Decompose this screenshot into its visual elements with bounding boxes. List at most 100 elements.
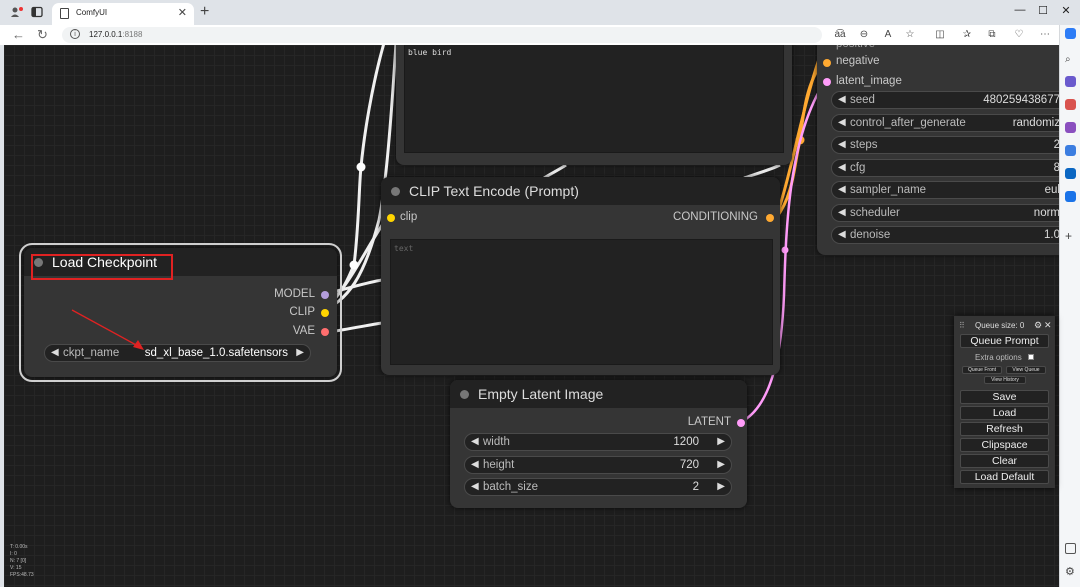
queue-prompt-button[interactable]: Queue Prompt bbox=[960, 334, 1049, 348]
combo-left-arrow-icon[interactable]: ◀ bbox=[51, 347, 59, 358]
widget-label: scheduler bbox=[850, 207, 900, 219]
control-after-generate-widget[interactable]: ◀ control_after_generate randomiz bbox=[831, 114, 1059, 132]
model-output-slot[interactable] bbox=[321, 291, 329, 299]
site-info-icon[interactable]: i bbox=[70, 29, 80, 39]
reload-icon[interactable]: ↻ bbox=[37, 27, 48, 43]
widget-label: control_after_generate bbox=[850, 117, 966, 129]
shopping-icon[interactable] bbox=[1065, 76, 1076, 87]
copilot-icon[interactable] bbox=[1065, 28, 1076, 39]
seed-widget[interactable]: ◀ seed 48025943867​7 bbox=[831, 91, 1059, 109]
tab-actions-icon[interactable] bbox=[30, 6, 44, 18]
extra-options-checkbox[interactable] bbox=[1028, 354, 1034, 360]
increment-arrow-icon[interactable]: ▶ bbox=[717, 436, 725, 447]
clip-text-encode-node[interactable]: CLIP Text Encode (Prompt) clip CONDITION… bbox=[381, 177, 780, 375]
favorite-star-icon[interactable]: ☆ bbox=[903, 29, 917, 40]
decrement-arrow-icon[interactable]: ◀ bbox=[838, 184, 846, 195]
comfyui-canvas[interactable]: blue bird CLIP Text Encode (Prompt) clip… bbox=[4, 45, 1059, 587]
node-title: CLIP Text Encode (Prompt) bbox=[409, 183, 579, 199]
node-title: Empty Latent Image bbox=[478, 386, 604, 402]
decrement-arrow-icon[interactable]: ◀ bbox=[838, 139, 846, 150]
node-title-bar[interactable]: CLIP Text Encode (Prompt) bbox=[381, 177, 780, 205]
steps-widget[interactable]: ◀ steps 2 bbox=[831, 136, 1059, 154]
decrement-arrow-icon[interactable]: ◀ bbox=[471, 481, 479, 492]
load-default-button[interactable]: Load Default bbox=[960, 470, 1049, 484]
tools-icon[interactable] bbox=[1065, 99, 1076, 110]
back-icon[interactable]: ← bbox=[12, 27, 25, 42]
width-widget[interactable]: ◀ width 1200 ▶ bbox=[464, 433, 732, 451]
sidebar-settings-icon[interactable]: ⚙ bbox=[1065, 567, 1076, 578]
node-title-bar[interactable]: Empty Latent Image bbox=[450, 380, 747, 408]
font-icon[interactable]: A bbox=[881, 29, 895, 40]
favorites-icon[interactable]: ✰ bbox=[960, 29, 974, 40]
clip-input-slot[interactable] bbox=[387, 214, 395, 222]
decrement-arrow-icon[interactable]: ◀ bbox=[471, 436, 479, 447]
drag-handle-icon[interactable]: ⠿ bbox=[959, 321, 965, 330]
decrement-arrow-icon[interactable]: ◀ bbox=[838, 207, 846, 218]
tab-title: ComfyUI bbox=[76, 8, 108, 17]
model-output-label: MODEL bbox=[274, 288, 315, 300]
denoise-widget[interactable]: ◀ denoise 1.0 bbox=[831, 226, 1059, 244]
close-panel-icon[interactable]: ✕ bbox=[1044, 320, 1052, 331]
clip-output-slot[interactable] bbox=[321, 309, 329, 317]
add-sidebar-app-icon[interactable]: + bbox=[1065, 230, 1076, 242]
decrement-arrow-icon[interactable]: ◀ bbox=[838, 117, 846, 128]
batch-size-widget[interactable]: ◀ batch_size 2 ▶ bbox=[464, 478, 732, 496]
search-icon[interactable]: ⌕ bbox=[1065, 54, 1076, 65]
url-field[interactable]: i 127.0.0.1:8188 bbox=[62, 27, 822, 43]
title-highlight-box bbox=[31, 254, 173, 280]
increment-arrow-icon[interactable]: ▶ bbox=[717, 459, 725, 470]
cfg-widget[interactable]: ◀ cfg 8 bbox=[831, 159, 1059, 177]
new-tab-icon[interactable]: + bbox=[200, 3, 209, 21]
combo-right-arrow-icon[interactable]: ▶ bbox=[296, 347, 304, 358]
more-menu-icon[interactable]: ⋯ bbox=[1038, 29, 1052, 40]
outlook-icon[interactable] bbox=[1065, 168, 1076, 179]
zoom-icon[interactable]: ⊖ bbox=[857, 29, 871, 40]
split-screen-icon[interactable]: ◫ bbox=[933, 29, 947, 40]
queue-size-label: Queue size: 0 bbox=[975, 321, 1025, 330]
clipspace-button[interactable]: Clipspace bbox=[960, 438, 1049, 452]
decrement-arrow-icon[interactable]: ◀ bbox=[471, 459, 479, 470]
decrement-arrow-icon[interactable]: ◀ bbox=[838, 94, 846, 105]
render-stats: T: 0.00s I: 0 N: 7 [0] V: 15 FPS:48.73 bbox=[10, 544, 34, 578]
widget-value: 2 bbox=[1053, 139, 1059, 151]
positive-prompt-textarea[interactable]: blue bird bbox=[404, 45, 784, 153]
tab-comfyui[interactable]: ComfyUI ✕ bbox=[52, 3, 194, 25]
telegram-icon[interactable] bbox=[1065, 191, 1076, 202]
prompt-textarea[interactable]: text bbox=[390, 239, 773, 365]
view-history-button[interactable]: View History bbox=[984, 376, 1026, 384]
collections-icon[interactable]: ⧉ bbox=[985, 29, 999, 40]
conditioning-output-slot[interactable] bbox=[766, 214, 774, 222]
settings-gear-icon[interactable]: ⚙ bbox=[1034, 320, 1042, 331]
sampler-name-widget[interactable]: ◀ sampler_name eul bbox=[831, 181, 1059, 199]
collapse-dot[interactable] bbox=[391, 187, 400, 196]
load-button[interactable]: Load bbox=[960, 406, 1049, 420]
empty-latent-image-node[interactable]: Empty Latent Image LATENT ◀ width 1200 ▶… bbox=[450, 380, 747, 508]
office-icon[interactable] bbox=[1065, 145, 1076, 156]
browser-essentials-icon[interactable]: ♡ bbox=[1012, 29, 1026, 40]
minimize-icon[interactable]: — bbox=[1010, 4, 1030, 16]
profile-icon[interactable] bbox=[10, 6, 24, 18]
tab-close-icon[interactable]: ✕ bbox=[178, 6, 187, 19]
negative-input-slot[interactable] bbox=[823, 59, 831, 67]
scheduler-widget[interactable]: ◀ scheduler norm bbox=[831, 204, 1059, 222]
refresh-button[interactable]: Refresh bbox=[960, 422, 1049, 436]
latent-image-input-slot[interactable] bbox=[823, 78, 831, 86]
decrement-arrow-icon[interactable]: ◀ bbox=[838, 229, 846, 240]
positive-prompt-node[interactable]: blue bird bbox=[396, 45, 792, 165]
close-window-icon[interactable]: ✕ bbox=[1056, 4, 1076, 17]
queue-front-button[interactable]: Queue Front bbox=[962, 366, 1002, 374]
collapse-dot[interactable] bbox=[460, 390, 469, 399]
view-queue-button[interactable]: View Queue bbox=[1006, 366, 1046, 374]
decrement-arrow-icon[interactable]: ◀ bbox=[838, 162, 846, 173]
ksampler-node[interactable]: positive negative latent_image ◀ seed 48… bbox=[817, 45, 1059, 255]
latent-output-slot[interactable] bbox=[737, 419, 745, 427]
height-widget[interactable]: ◀ height 720 ▶ bbox=[464, 456, 732, 474]
maximize-icon[interactable]: ☐ bbox=[1033, 4, 1053, 17]
save-button[interactable]: Save bbox=[960, 390, 1049, 404]
read-aloud-icon[interactable]: a͡a bbox=[833, 29, 847, 40]
increment-arrow-icon[interactable]: ▶ bbox=[717, 481, 725, 492]
hide-sidebar-icon[interactable] bbox=[1065, 543, 1076, 554]
clear-button[interactable]: Clear bbox=[960, 454, 1049, 468]
vae-output-slot[interactable] bbox=[321, 328, 329, 336]
games-icon[interactable] bbox=[1065, 122, 1076, 133]
